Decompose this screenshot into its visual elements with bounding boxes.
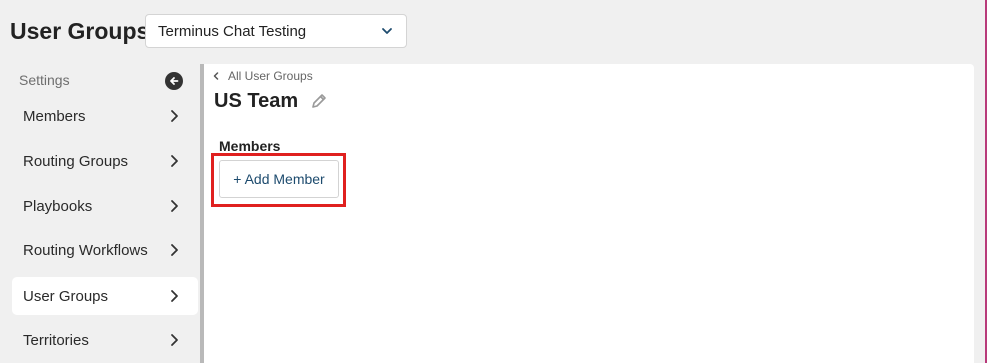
chevron-right-icon bbox=[171, 200, 178, 212]
sidebar-item-label: User Groups bbox=[23, 287, 109, 305]
sidebar-item-territories[interactable]: Territories bbox=[12, 321, 198, 359]
pencil-icon[interactable] bbox=[310, 92, 328, 110]
sidebar-item-label: Routing Workflows bbox=[23, 241, 148, 259]
group-name-title: US Team bbox=[214, 90, 299, 112]
settings-sidebar: Settings Members Routing Groups Playbook… bbox=[0, 64, 200, 363]
chevron-right-icon bbox=[171, 290, 178, 302]
sidebar-item-label: Members bbox=[23, 107, 86, 125]
back-to-user-groups-link[interactable]: All User Groups bbox=[212, 69, 313, 83]
sidebar-item-playbooks[interactable]: Playbooks bbox=[12, 187, 198, 225]
sidebar-item-members[interactable]: Members bbox=[12, 97, 198, 135]
organization-select[interactable]: Terminus Chat Testing bbox=[145, 14, 407, 48]
back-link-label: All User Groups bbox=[228, 69, 313, 83]
members-section-label: Members bbox=[219, 138, 281, 154]
sidebar-item-label: Playbooks bbox=[23, 197, 93, 215]
sidebar-item-routing-groups[interactable]: Routing Groups bbox=[12, 142, 198, 180]
page-title: User Groups bbox=[10, 18, 150, 44]
sidebar-item-label: Routing Groups bbox=[23, 152, 129, 170]
sidebar-item-routing-workflows[interactable]: Routing Workflows bbox=[12, 231, 198, 269]
chevron-left-icon bbox=[213, 72, 219, 80]
add-member-button[interactable]: + Add Member bbox=[219, 160, 339, 198]
organization-select-value: Terminus Chat Testing bbox=[158, 22, 307, 40]
chevron-right-icon bbox=[171, 334, 178, 346]
chevron-down-icon bbox=[382, 28, 392, 34]
sidebar-item-user-groups[interactable]: User Groups bbox=[12, 277, 198, 315]
user-group-detail-panel: All User Groups US Team Members + Add Me… bbox=[204, 64, 974, 363]
arrow-left-icon bbox=[170, 77, 179, 85]
chevron-right-icon bbox=[171, 244, 178, 256]
sidebar-header: Settings bbox=[19, 72, 70, 88]
sidebar-item-label: Territories bbox=[23, 331, 89, 349]
chevron-right-icon bbox=[171, 110, 178, 122]
collapse-sidebar-button[interactable] bbox=[165, 72, 183, 90]
chevron-right-icon bbox=[171, 155, 178, 167]
